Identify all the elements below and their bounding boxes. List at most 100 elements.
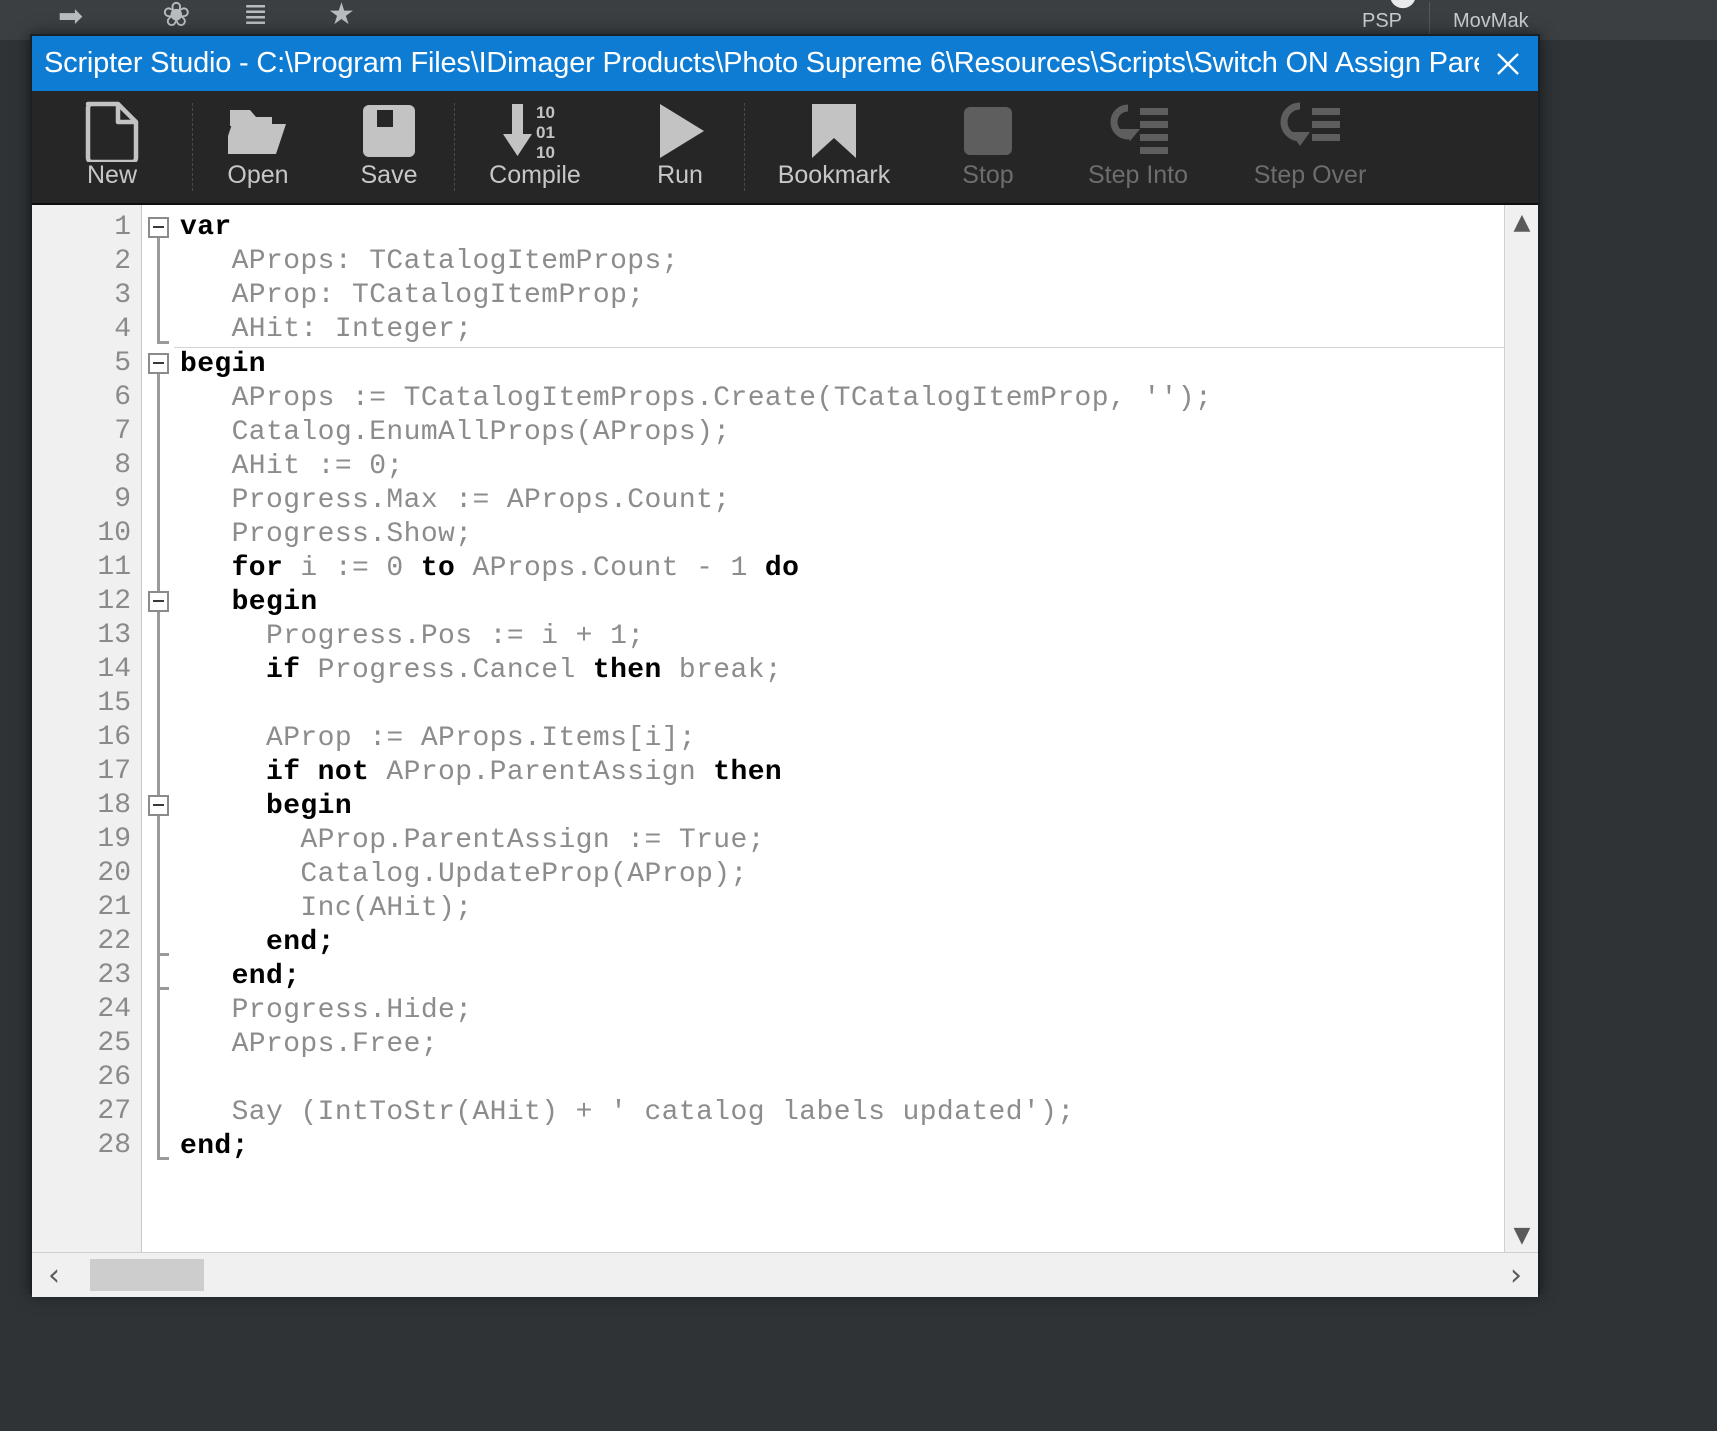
line-number: 12 [97, 586, 131, 617]
code-line[interactable]: Progress.Show; [174, 518, 1538, 552]
paint-brush-icon[interactable]: ❀ [162, 0, 191, 32]
bookmark-button-label: Bookmark [777, 161, 891, 189]
code-line[interactable]: end; [174, 1130, 1538, 1164]
scroll-down-icon[interactable]: ▼ [1505, 1218, 1538, 1252]
code-line[interactable] [174, 1062, 1538, 1096]
line-number: 18 [97, 790, 131, 821]
fold-guide-line [157, 237, 160, 341]
line-number: 27 [97, 1096, 131, 1127]
compile-button[interactable]: 10 01 10 Compile [454, 91, 616, 203]
arrow-right-icon[interactable]: ➡ [58, 2, 83, 32]
code-text-area[interactable]: var AProps: TCatalogItemProps; AProp: TC… [174, 205, 1538, 1252]
code-line[interactable]: begin [174, 348, 1538, 382]
step-into-icon [1106, 99, 1170, 163]
save-button-label: Save [360, 161, 418, 189]
line-number: 15 [97, 688, 131, 719]
horizontal-scrollbar[interactable]: ‹ › [32, 1252, 1538, 1297]
line-number: 9 [114, 484, 131, 515]
line-number: 10 [97, 518, 131, 549]
line-number: 26 [97, 1062, 131, 1093]
run-play-icon [652, 99, 708, 163]
step-over-button-label: Step Over [1253, 161, 1367, 189]
code-line[interactable]: Progress.Max := AProps.Count; [174, 484, 1538, 518]
toolbar-separator [192, 103, 193, 191]
close-icon[interactable] [1479, 36, 1538, 91]
scroll-left-glyph: ‹ [48, 1257, 60, 1293]
code-line[interactable]: Progress.Pos := i + 1; [174, 620, 1538, 654]
run-button-label: Run [657, 161, 703, 189]
stop-square-icon [962, 99, 1014, 163]
code-line[interactable]: AHit := 0; [174, 450, 1538, 484]
movmak-label[interactable]: MovMak [1453, 10, 1529, 33]
fold-toggle-icon[interactable] [148, 795, 169, 816]
svg-text:10: 10 [536, 103, 555, 122]
open-button-label: Open [227, 161, 289, 189]
scroll-left-icon[interactable]: ‹ [32, 1253, 76, 1297]
fold-toggle-icon[interactable] [148, 591, 169, 612]
step-into-button[interactable]: Step Into [1052, 91, 1224, 203]
code-line[interactable]: begin [174, 586, 1538, 620]
new-button[interactable]: New [32, 91, 192, 203]
code-line[interactable]: Catalog.UpdateProp(AProp); [174, 858, 1538, 892]
line-number: 20 [97, 858, 131, 889]
code-line[interactable]: if Progress.Cancel then break; [174, 654, 1538, 688]
step-into-button-label: Step Into [1087, 161, 1189, 189]
step-over-button[interactable]: Step Over [1224, 91, 1396, 203]
code-line[interactable]: AProp.ParentAssign := True; [174, 824, 1538, 858]
compile-button-label: Compile [489, 161, 581, 189]
code-line[interactable]: for i := 0 to AProps.Count - 1 do [174, 552, 1538, 586]
run-button[interactable]: Run [616, 91, 744, 203]
code-line[interactable]: AProps: TCatalogItemProps; [174, 245, 1538, 279]
star-icon[interactable]: ★ [328, 0, 355, 30]
code-line[interactable]: AProp: TCatalogItemProp; [174, 279, 1538, 313]
main-toolbar: New Open Save 10 01 10 Compile Run Bookm… [32, 91, 1538, 205]
code-line[interactable]: AProps.Free; [174, 1028, 1538, 1062]
line-number: 7 [114, 416, 131, 447]
code-line[interactable]: AProps := TCatalogItemProps.Create(TCata… [174, 382, 1538, 416]
line-number: 5 [114, 348, 131, 379]
code-line[interactable]: Progress.Hide; [174, 994, 1538, 1028]
line-number: 28 [97, 1130, 131, 1161]
code-line[interactable] [174, 688, 1538, 722]
code-line[interactable]: Catalog.EnumAllProps(AProps); [174, 416, 1538, 450]
fold-end-marker [157, 1157, 169, 1160]
line-number: 3 [114, 280, 131, 311]
line-number: 1 [114, 212, 131, 243]
code-line[interactable]: var [174, 211, 1538, 245]
fold-toggle-icon[interactable] [148, 217, 169, 238]
toolbar-separator [454, 103, 455, 191]
step-over-icon [1278, 99, 1342, 163]
fold-toggle-icon[interactable] [148, 353, 169, 374]
code-line[interactable]: AProp := AProps.Items[i]; [174, 722, 1538, 756]
code-line[interactable]: end; [174, 960, 1538, 994]
stop-button-label: Stop [962, 161, 1014, 189]
bookmark-button[interactable]: Bookmark [744, 91, 924, 203]
code-line[interactable]: if not AProp.ParentAssign then [174, 756, 1538, 790]
horizontal-scroll-thumb[interactable] [90, 1259, 204, 1291]
code-line[interactable]: AHit: Integer; [174, 313, 1538, 348]
line-number: 14 [97, 654, 131, 685]
fold-end-marker [157, 987, 169, 990]
scroll-right-icon[interactable]: › [1494, 1253, 1538, 1297]
scroll-down-glyph: ▼ [1513, 1222, 1531, 1248]
code-folding-bar [142, 205, 174, 1252]
code-line[interactable]: end; [174, 926, 1538, 960]
line-number: 4 [114, 314, 131, 345]
horizontal-scroll-track[interactable] [76, 1253, 1494, 1297]
open-button[interactable]: Open [192, 91, 324, 203]
line-number: 21 [97, 892, 131, 923]
save-button[interactable]: Save [324, 91, 454, 203]
save-disk-icon [361, 99, 417, 163]
vertical-scrollbar[interactable]: ▲ ▼ [1504, 205, 1538, 1252]
psp-label[interactable]: PSP [1362, 10, 1402, 33]
scroll-up-icon[interactable]: ▲ [1505, 205, 1538, 239]
layers-icon[interactable]: ≣ [243, 0, 268, 30]
code-line[interactable]: Say (IntToStr(AHit) + ' catalog labels u… [174, 1096, 1538, 1130]
window-title: Scripter Studio - C:\Program Files\IDima… [44, 47, 1479, 79]
circle-icon[interactable]: ● [1388, 0, 1418, 10]
new-button-label: New [86, 161, 137, 189]
code-line[interactable]: Inc(AHit); [174, 892, 1538, 926]
open-folder-icon [228, 99, 288, 163]
stop-button[interactable]: Stop [924, 91, 1052, 203]
code-line[interactable]: begin [174, 790, 1538, 824]
